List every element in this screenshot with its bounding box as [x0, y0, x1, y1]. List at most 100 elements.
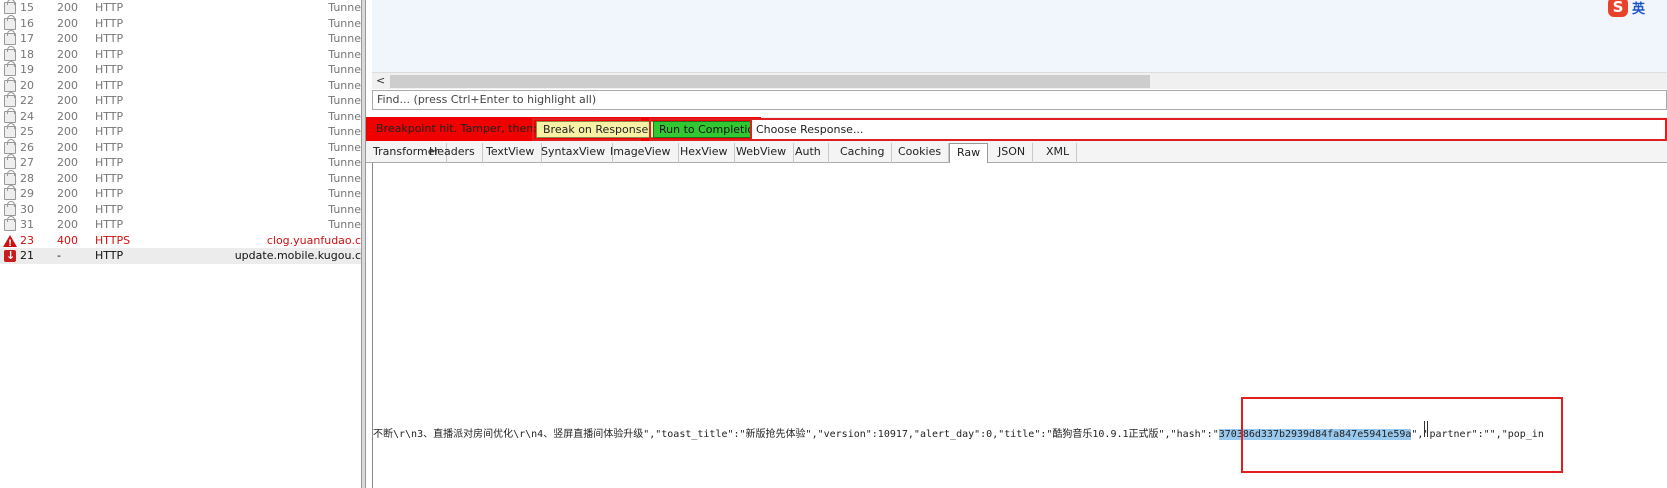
- session-host: Tunne: [328, 202, 361, 216]
- session-number: 19: [20, 63, 34, 76]
- tab-caching[interactable]: Caching: [833, 143, 893, 163]
- text-cursor-icon: [1424, 421, 1428, 437]
- session-result: 200: [57, 156, 78, 169]
- session-row[interactable]: 29 200 HTTP Tunne: [0, 185, 361, 202]
- session-protocol: HTTP: [95, 94, 124, 107]
- ime-indicator: S 英: [1608, 0, 1645, 18]
- session-protocol: HTTPS: [95, 233, 131, 247]
- lock-icon: [4, 216, 16, 231]
- session-row[interactable]: 26 200 HTTP Tunne: [0, 138, 361, 156]
- tab-json[interactable]: JSON: [991, 143, 1034, 163]
- break-on-response-button[interactable]: Break on Response: [536, 121, 656, 138]
- tab-imageview[interactable]: ImageView: [603, 143, 679, 163]
- response-body[interactable]: 不断\r\n3、直播派对房间优化\r\n4、竖屏直播间体验升级","toast_…: [372, 163, 1667, 488]
- tab-headers[interactable]: Headers: [422, 143, 483, 163]
- session-number: 17: [20, 32, 34, 45]
- session-host: Tunne: [328, 109, 361, 123]
- hash-annotation-box: [1241, 397, 1563, 473]
- breakpoint-icon: [4, 248, 16, 264]
- tab-cookies[interactable]: Cookies: [891, 143, 950, 163]
- find-input[interactable]: Find... (press Ctrl+Enter to highlight a…: [372, 90, 1667, 110]
- session-protocol: HTTP: [95, 187, 124, 200]
- request-view[interactable]: [372, 0, 1667, 72]
- session-row[interactable]: 17 200 HTTP Tunne: [0, 30, 361, 47]
- session-host: Tunne: [328, 218, 361, 231]
- session-protocol: HTTP: [95, 1, 124, 14]
- tab-textview[interactable]: TextView: [479, 143, 543, 163]
- session-row[interactable]: 24 200 HTTP Tunne: [0, 107, 361, 125]
- scroll-left-icon[interactable]: <: [376, 74, 385, 87]
- session-number: 26: [20, 140, 34, 154]
- session-host: Tunne: [328, 47, 361, 61]
- session-number: 15: [20, 1, 34, 14]
- lock-icon: [4, 123, 16, 138]
- session-result: 200: [57, 187, 78, 200]
- inspector-pane: S 英 < Find... (press Ctrl+Enter to highl…: [366, 0, 1667, 488]
- session-protocol: HTTP: [95, 156, 124, 169]
- choose-response-dropdown[interactable]: Choose Response...: [750, 118, 1667, 141]
- breakpoint-message: Breakpoint hit. Tamper, then:: [376, 122, 537, 135]
- session-row[interactable]: 31 200 HTTP Tunne: [0, 216, 361, 233]
- session-row[interactable]: 30 200 HTTP Tunne: [0, 200, 361, 218]
- lock-icon: [4, 0, 16, 14]
- lock-icon: [4, 200, 16, 216]
- session-host: Tunne: [328, 187, 361, 200]
- session-result: 200: [57, 47, 78, 61]
- session-host: Tunne: [328, 140, 361, 154]
- session-list[interactable]: 15 200 HTTP Tunne 16 200 HTTP Tunne 17 200 HTTP Tun…: [0, 0, 361, 488]
- session-host: Tunne: [328, 78, 361, 92]
- session-host: Tunne: [328, 63, 361, 76]
- session-host: Tunne: [328, 1, 361, 14]
- tab-webview[interactable]: WebView: [729, 143, 795, 163]
- session-number: 18: [20, 47, 34, 61]
- session-number: 16: [20, 16, 34, 30]
- session-number: 28: [20, 171, 34, 185]
- horizontal-scrollbar[interactable]: <: [372, 72, 1667, 89]
- warning-icon: [3, 234, 17, 252]
- session-row[interactable]: 25 200 HTTP Tunne: [0, 123, 361, 140]
- session-row[interactable]: 27 200 HTTP Tunne: [0, 154, 361, 171]
- lock-icon: [4, 30, 16, 45]
- session-number: 24: [20, 109, 34, 123]
- session-host: clog.yuanfudao.c: [266, 233, 361, 247]
- tab-auth[interactable]: Auth: [788, 143, 829, 163]
- session-row[interactable]: 23 400 HTTPS clog.yuanfudao.c: [0, 233, 361, 252]
- tab-raw[interactable]: Raw: [949, 143, 989, 164]
- session-row[interactable]: 19 200 HTTP Tunne: [0, 61, 361, 78]
- session-result: 200: [57, 78, 78, 92]
- session-host: Tunne: [328, 125, 361, 138]
- scroll-thumb[interactable]: [390, 75, 1150, 88]
- session-row[interactable]: 16 200 HTTP Tunne: [0, 14, 361, 32]
- session-number: 20: [20, 78, 34, 92]
- tab-xml[interactable]: XML: [1039, 143, 1078, 163]
- response-text-before: 不断\r\n3、直播派对房间优化\r\n4、竖屏直播间体验升级","toast_…: [373, 429, 1219, 440]
- lock-icon: [4, 14, 16, 30]
- lock-icon: [4, 169, 16, 185]
- session-result: 200: [57, 94, 78, 107]
- session-result: 200: [57, 202, 78, 216]
- session-row[interactable]: 18 200 HTTP Tunne: [0, 45, 361, 63]
- session-row[interactable]: 22 200 HTTP Tunne: [0, 92, 361, 109]
- lock-icon: [4, 107, 16, 123]
- session-protocol: HTTP: [95, 32, 124, 45]
- session-row[interactable]: 15 200 HTTP Tunne: [0, 0, 361, 16]
- tab-hexview[interactable]: HexView: [673, 143, 736, 163]
- session-protocol: HTTP: [95, 16, 124, 30]
- session-row[interactable]: 21 - HTTP update.mobile.kugou.c: [0, 248, 361, 264]
- session-result: 400: [57, 233, 78, 247]
- session-protocol: HTTP: [95, 140, 124, 154]
- lock-icon: [4, 154, 16, 169]
- session-row[interactable]: 28 200 HTTP Tunne: [0, 169, 361, 187]
- session-protocol: HTTP: [95, 125, 124, 138]
- session-protocol: HTTP: [95, 78, 124, 92]
- session-number: 23: [20, 233, 34, 247]
- tab-syntaxview[interactable]: SyntaxView: [534, 143, 614, 163]
- session-number: 29: [20, 187, 34, 200]
- sogou-icon: S: [1608, 0, 1628, 17]
- session-result: 200: [57, 171, 78, 185]
- lock-icon: [4, 76, 16, 92]
- session-number: 25: [20, 125, 34, 138]
- session-row[interactable]: 20 200 HTTP Tunne: [0, 76, 361, 94]
- choose-response-label: Choose Response...: [756, 123, 864, 136]
- session-result: 200: [57, 32, 78, 45]
